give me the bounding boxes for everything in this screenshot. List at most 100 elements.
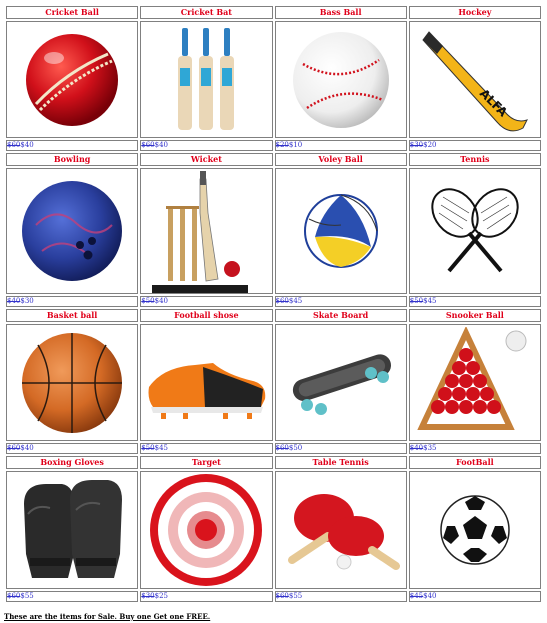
product-title: Table Tennis xyxy=(274,456,407,469)
old-price: $30 xyxy=(409,141,424,149)
product-image-cell xyxy=(140,324,273,441)
basketball-icon xyxy=(22,332,123,433)
old-price: $60 xyxy=(275,592,289,600)
product-image-cell xyxy=(6,471,139,589)
old-price: $45 xyxy=(409,592,424,600)
target-icon xyxy=(150,474,263,586)
wicket-icon xyxy=(152,171,249,293)
product-title: Voley Ball xyxy=(274,153,407,166)
price-cell: $50$45 xyxy=(140,443,273,454)
product-image-cell xyxy=(408,471,541,589)
skateboard-icon xyxy=(292,353,391,415)
cricket-ball-icon xyxy=(26,33,119,126)
product-title: Cricket Bat xyxy=(140,6,273,19)
title-row: Basket ball Football shose Skate Board S… xyxy=(6,309,541,322)
price-cell: $60$50 xyxy=(274,443,407,454)
sale-price: $10 xyxy=(288,141,303,149)
product-title: Tennis xyxy=(408,153,541,166)
product-title: Basket ball xyxy=(6,309,139,322)
price-cell: $45$40 xyxy=(408,591,541,602)
price-cell: $60$40 xyxy=(6,140,139,151)
sale-price: $30 xyxy=(20,297,34,305)
sale-price: $40 xyxy=(154,297,168,305)
old-price: $60 xyxy=(7,444,21,452)
price-cell: $50$40 xyxy=(140,296,273,307)
sale-price: $40 xyxy=(154,141,168,149)
sale-price: $20 xyxy=(423,141,437,149)
sale-price: $55 xyxy=(288,592,303,600)
sale-price: $50 xyxy=(288,444,303,452)
old-price: $50 xyxy=(141,444,155,452)
price-cell: $30$25 xyxy=(140,591,273,602)
price-row: $60$40 $60$40 $20$10 $30$20 xyxy=(6,140,541,151)
title-row: Cricket Ball Cricket Bat Bass Ball Hocke… xyxy=(6,6,541,19)
product-image-cell xyxy=(274,324,407,441)
old-price: $50 xyxy=(141,297,155,305)
sale-price: $45 xyxy=(288,297,303,305)
old-price: $20 xyxy=(275,141,289,149)
sale-price: $25 xyxy=(154,592,168,600)
product-title: FootBall xyxy=(408,456,541,469)
old-price: $40 xyxy=(7,297,21,305)
sale-price: $45 xyxy=(423,297,437,305)
old-price: $60 xyxy=(141,141,155,149)
price-cell: $40$35 xyxy=(408,443,541,454)
price-cell: $40$30 xyxy=(6,296,139,307)
product-image-cell xyxy=(274,21,407,138)
product-title: Cricket Ball xyxy=(6,6,139,19)
product-image-cell xyxy=(6,21,139,138)
product-title: Bowling xyxy=(6,153,139,166)
image-row xyxy=(6,168,541,294)
product-title: Bass Ball xyxy=(274,6,407,19)
price-cell: $60$55 xyxy=(274,591,407,602)
product-grid: Cricket Ball Cricket Bat Bass Ball Hocke… xyxy=(4,4,543,604)
product-title: Football shose xyxy=(140,309,273,322)
old-price: $50 xyxy=(409,297,424,305)
image-row: ALFA xyxy=(6,21,541,138)
tennis-rackets-icon xyxy=(431,188,519,273)
price-cell: $60$45 xyxy=(274,296,407,307)
old-price: $60 xyxy=(275,297,289,305)
product-title: Hockey xyxy=(408,6,541,19)
product-image-cell xyxy=(274,168,407,294)
football-icon xyxy=(440,495,510,565)
product-image-cell xyxy=(140,21,273,138)
old-price: $40 xyxy=(409,444,424,452)
old-price: $60 xyxy=(275,444,289,452)
title-row: Boxing Gloves Target Table Tennis FootBa… xyxy=(6,456,541,469)
price-row: $60$55 $30$25 $60$55 $45$40 xyxy=(6,591,541,602)
table-tennis-icon xyxy=(287,494,400,570)
sale-price: $45 xyxy=(154,444,168,452)
sale-price: $40 xyxy=(20,141,34,149)
title-row: Bowling Wicket Voley Ball Tennis xyxy=(6,153,541,166)
product-title: Snooker Ball xyxy=(408,309,541,322)
product-image-cell xyxy=(140,471,273,589)
sale-price: $40 xyxy=(20,444,34,452)
bowling-ball-icon xyxy=(22,181,123,281)
product-title: Wicket xyxy=(140,153,273,166)
snooker-balls-icon xyxy=(417,326,527,430)
baseball-icon xyxy=(292,31,389,128)
old-price: $60 xyxy=(7,141,21,149)
price-row: $40$30 $50$40 $60$45 $50$45 xyxy=(6,296,541,307)
old-price: $30 xyxy=(141,592,155,600)
football-shoe-icon xyxy=(148,362,266,419)
hockey-stick-icon: ALFA xyxy=(422,30,528,131)
product-image-cell xyxy=(408,168,541,294)
volleyball-icon xyxy=(303,194,378,268)
sale-price: $55 xyxy=(20,592,34,600)
price-cell: $60$40 xyxy=(6,443,139,454)
price-cell: $60$55 xyxy=(6,591,139,602)
product-title: Target xyxy=(140,456,273,469)
cricket-bat-icon xyxy=(178,27,235,130)
price-row: $60$40 $50$45 $60$50 $40$35 xyxy=(6,443,541,454)
product-image-cell xyxy=(408,324,541,441)
price-cell: $30$20 xyxy=(408,140,541,151)
product-image-cell xyxy=(6,168,139,294)
product-image-cell xyxy=(274,471,407,589)
price-cell: $60$40 xyxy=(140,140,273,151)
product-title: Boxing Gloves xyxy=(6,456,139,469)
sale-price: $35 xyxy=(423,444,437,452)
product-title: Skate Board xyxy=(274,309,407,322)
sale-footer-text: These are the items for Sale. Buy one Ge… xyxy=(4,612,211,621)
